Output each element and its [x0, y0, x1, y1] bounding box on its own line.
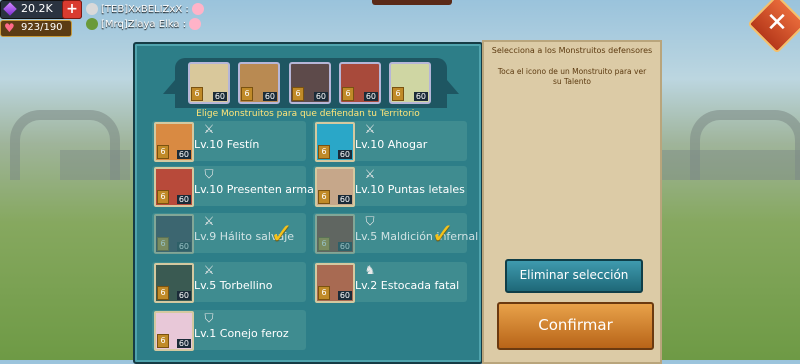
selected-monster-slot[interactable]: 6 60: [289, 62, 331, 104]
monster-skill: Lv.1 Conejo feroz: [194, 327, 289, 340]
chat-avatar: [86, 3, 98, 15]
bow-icon: ⚔: [203, 122, 215, 136]
monster-card[interactable]: 6 60 ⛉ Lv.1 Conejo feroz: [152, 310, 306, 351]
star-badge: 6: [157, 286, 169, 300]
star-badge: 6: [318, 190, 330, 204]
chat-line[interactable]: [TEB]XxBELIZxX :: [86, 3, 204, 15]
selected-monster-slot[interactable]: 6 60: [188, 62, 230, 104]
knight-icon: ♞: [364, 263, 376, 277]
monster-level: 60: [262, 92, 277, 101]
add-gems-button[interactable]: +: [62, 0, 82, 19]
chat-avatar: [86, 18, 98, 30]
monster-skill: Lv.10 Presenten armas: [194, 183, 320, 196]
info-description: Toca el icono de un Monstruito para ver …: [497, 67, 647, 86]
heart-icon: ♥: [4, 21, 15, 35]
chat-line[interactable]: [Mrq]Zlaya Elka :: [86, 18, 202, 30]
monster-portrait: 6 60: [154, 122, 194, 162]
monster-skill: Lv.10 Puntas letales: [355, 183, 465, 196]
monster-portrait: 6 60: [315, 122, 355, 162]
shield-icon: ⛉: [204, 311, 214, 325]
checkmark-icon: ✓: [270, 217, 294, 250]
star-badge: 6: [392, 87, 404, 101]
star-badge: 6: [292, 87, 304, 101]
star-badge: 6: [157, 190, 169, 204]
monster-card[interactable]: 6 60 ⚔ Lv.10 Puntas letales: [313, 166, 467, 207]
monster-level: 60: [176, 150, 191, 159]
chat-author: [Mrq]Zlaya Elka :: [101, 19, 187, 30]
star-badge: 6: [191, 87, 203, 101]
star-badge: 6: [157, 334, 169, 348]
shield-icon: ⛉: [204, 167, 214, 181]
monster-portrait: 6 60: [315, 167, 355, 207]
checkmark-icon: ✓: [431, 217, 455, 250]
bow-icon: ⚔: [203, 214, 215, 228]
selected-monster-slot[interactable]: 6 60: [238, 62, 280, 104]
monster-level: 60: [337, 195, 352, 204]
clear-selection-button[interactable]: Eliminar selección: [505, 259, 643, 293]
monster-skill: Lv.2 Estocada fatal: [355, 279, 460, 292]
selected-monster-slot[interactable]: 6 60: [339, 62, 381, 104]
monster-card[interactable]: 6 60 ⚔ Lv.5 Torbellino: [152, 262, 306, 303]
stamina-counter: ♥ 923/190: [0, 20, 72, 37]
star-badge: 6: [157, 145, 169, 159]
gem-count: 20.2K: [21, 2, 53, 15]
monster-skill: Lv.5 Torbellino: [194, 279, 273, 292]
star-badge: 6: [342, 87, 354, 101]
monster-skill: Lv.10 Festín: [194, 138, 260, 151]
monster-portrait: 6 60: [315, 214, 355, 254]
monster-card[interactable]: 6 60 ⚔ Lv.10 Ahogar: [313, 121, 467, 162]
monster-portrait: 6 60: [154, 167, 194, 207]
top-tabs[interactable]: [372, 0, 452, 5]
monster-level: 60: [176, 242, 191, 251]
monster-level: 60: [337, 291, 352, 300]
monster-portrait: 6 60: [154, 311, 194, 351]
info-title: Selecciona a los Monstruitos defensores: [491, 46, 653, 55]
monster-card[interactable]: 6 60 ⛉ Lv.5 Maldición infernal ✓: [313, 213, 478, 254]
monster-portrait: 6 60: [315, 263, 355, 303]
bow-icon: ⚔: [364, 167, 376, 181]
star-badge: 6: [318, 145, 330, 159]
gem-icon: [3, 2, 17, 16]
monster-level: 60: [176, 195, 191, 204]
stamina-value: 923/190: [21, 22, 63, 33]
shield-icon: ⛉: [365, 214, 375, 228]
bow-icon: ⚔: [203, 263, 215, 277]
monster-card[interactable]: 6 60 ♞ Lv.2 Estocada fatal: [313, 262, 467, 303]
chat-emoji-icon: [191, 3, 204, 15]
monster-level: 60: [176, 291, 191, 300]
monster-skill: Lv.10 Ahogar: [355, 138, 428, 151]
monster-level: 60: [313, 92, 328, 101]
monster-card[interactable]: 6 60 ⚔ Lv.10 Festín: [152, 121, 306, 162]
bow-icon: ⚔: [364, 122, 376, 136]
monster-skill: Lv.5 Maldición infernal: [355, 230, 479, 243]
ruins-pillar: [60, 150, 130, 180]
selected-monster-slot[interactable]: 6 60: [389, 62, 431, 104]
star-badge: 6: [318, 286, 330, 300]
monster-level: 60: [212, 92, 227, 101]
chat-author: [TEB]XxBELIZxX :: [101, 4, 189, 15]
star-badge: 6: [318, 237, 330, 251]
monster-portrait: 6 60: [154, 263, 194, 303]
monster-level: 60: [363, 92, 378, 101]
monster-portrait: 6 60: [154, 214, 194, 254]
confirm-button[interactable]: Confirmar: [497, 302, 654, 350]
close-icon[interactable]: ✕: [756, 3, 798, 45]
monster-level: 60: [176, 339, 191, 348]
monster-level: 60: [337, 150, 352, 159]
monster-card[interactable]: 6 60 ⚔ Lv.9 Hálito salvaje ✓: [152, 213, 306, 254]
monster-level: 60: [337, 242, 352, 251]
star-badge: 6: [241, 87, 253, 101]
star-badge: 6: [157, 237, 169, 251]
ruins-pillar-right: [660, 150, 800, 180]
chat-emoji-icon: [189, 18, 202, 30]
instruction-text: Elige Monstruitos para que defiendan tu …: [196, 109, 420, 119]
monster-level: 60: [413, 92, 428, 101]
monster-card[interactable]: 6 60 ⛉ Lv.10 Presenten armas: [152, 166, 320, 207]
